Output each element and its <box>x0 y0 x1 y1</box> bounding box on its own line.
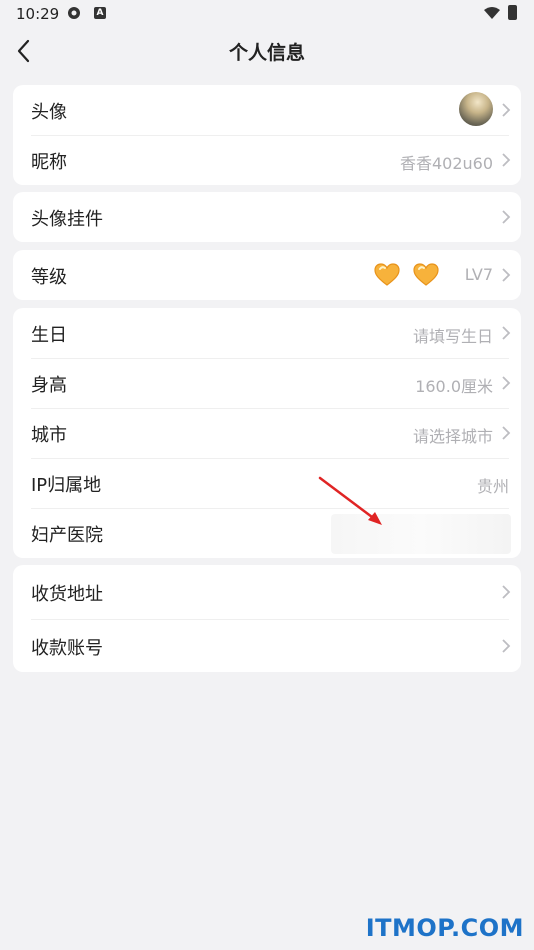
profile-card: 头像 昵称 香香402u60 <box>13 85 521 185</box>
heart-icon <box>413 263 439 286</box>
wifi-icon <box>484 7 500 19</box>
ip-value: 贵州 <box>476 477 509 496</box>
pendant-row[interactable]: 头像挂件 <box>13 192 521 242</box>
chevron-right-icon <box>502 103 511 117</box>
chevron-right-icon <box>502 326 511 340</box>
chevron-right-icon <box>502 153 511 167</box>
level-row[interactable]: 等级 LV7 <box>13 250 521 300</box>
account-card: 收货地址 收款账号 <box>13 565 521 672</box>
chevron-right-icon <box>502 376 511 390</box>
nickname-row[interactable]: 昵称 香香402u60 <box>13 135 521 185</box>
city-value: 请选择城市 <box>412 427 493 446</box>
payee-row[interactable]: 收款账号 <box>13 619 521 672</box>
pendant-label: 头像挂件 <box>31 209 103 230</box>
sync-icon <box>68 7 80 19</box>
avatar-row[interactable]: 头像 <box>13 85 521 135</box>
chevron-right-icon <box>502 585 511 599</box>
battery-icon <box>508 5 517 20</box>
height-label: 身高 <box>31 375 67 396</box>
chevron-right-icon <box>502 210 511 224</box>
status-bar: 10:29 A <box>0 0 534 28</box>
watermark: ITMOP.COM <box>365 914 524 942</box>
chevron-right-icon <box>502 268 511 282</box>
details-card: 生日 请填写生日 身高 160.0厘米 城市 请选择城市 IP归属地 贵州 妇产… <box>13 308 521 558</box>
address-label: 收货地址 <box>31 584 103 605</box>
level-label: 等级 <box>31 267 67 288</box>
chevron-right-icon <box>502 639 511 653</box>
heart-icon <box>374 263 400 286</box>
address-row[interactable]: 收货地址 <box>13 565 521 619</box>
birthday-value: 请填写生日 <box>412 327 493 346</box>
chevron-right-icon <box>502 426 511 440</box>
avatar <box>459 92 493 126</box>
level-hearts <box>366 263 439 291</box>
payee-label: 收款账号 <box>31 638 103 659</box>
birthday-row[interactable]: 生日 请填写生日 <box>13 308 521 358</box>
pendant-card: 头像挂件 <box>13 192 521 242</box>
page-title: 个人信息 <box>228 42 305 64</box>
annotation-arrow-icon <box>318 476 382 525</box>
level-card: 等级 LV7 <box>13 250 521 300</box>
ip-label: IP归属地 <box>31 475 102 496</box>
nickname-value: 香香402u60 <box>399 154 493 173</box>
nickname-label: 昵称 <box>31 152 67 173</box>
city-row[interactable]: 城市 请选择城市 <box>13 408 521 458</box>
status-time: 10:29 <box>16 5 60 23</box>
birthday-label: 生日 <box>31 325 67 346</box>
header: 个人信息 <box>0 28 534 74</box>
hospital-row[interactable]: 妇产医院 <box>13 508 521 558</box>
app-notification-icon: A <box>94 7 106 19</box>
height-value: 160.0厘米 <box>415 377 493 396</box>
avatar-label: 头像 <box>31 102 67 123</box>
height-row[interactable]: 身高 160.0厘米 <box>13 358 521 408</box>
hospital-label: 妇产医院 <box>31 525 103 546</box>
level-value: LV7 <box>464 265 493 284</box>
city-label: 城市 <box>31 425 67 446</box>
ip-row: IP归属地 贵州 <box>13 458 521 508</box>
